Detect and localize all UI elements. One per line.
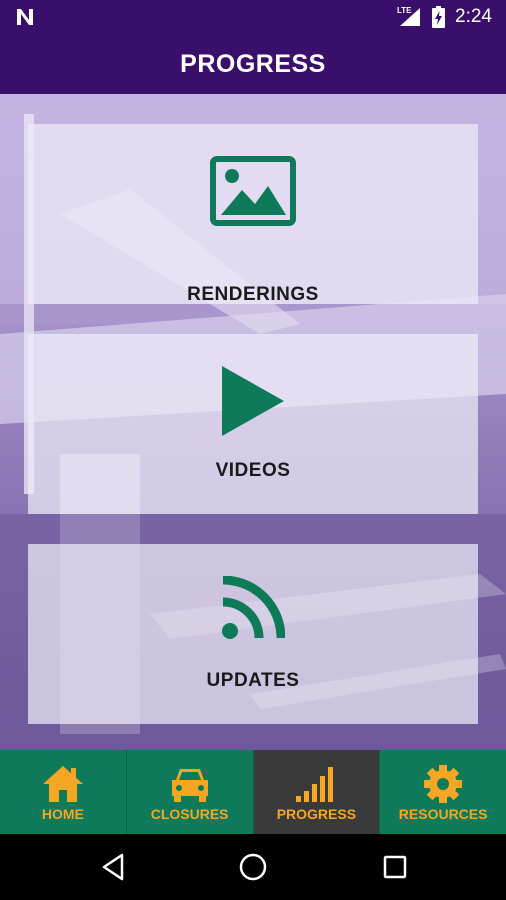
gear-icon [424,765,463,803]
cell-signal-icon [400,8,420,26]
recents-icon[interactable] [380,852,410,882]
nav-item-closures[interactable]: CLOSURES [127,750,254,834]
app-bar: PROGRESS [0,34,506,94]
image-icon [210,156,296,226]
nav-item-resources[interactable]: RESOURCES [380,750,506,834]
nav-label-home: HOME [41,806,84,822]
notification-n-icon [17,9,33,25]
renderings-card[interactable]: RENDERINGS [28,124,478,305]
battery-charging-icon [432,6,445,28]
system-navigation-bar [0,834,506,900]
signal-bars-icon [296,767,334,802]
renderings-label: RENDERINGS [187,284,319,305]
page-title: PROGRESS [180,50,326,78]
content-area: RENDERINGS VIDEOS UPDATES [0,94,506,750]
home-icon [42,766,83,802]
rss-icon [222,576,285,639]
car-icon [171,769,208,802]
status-clock: 2:24 [455,6,492,27]
updates-label: UPDATES [206,670,300,691]
updates-card[interactable]: UPDATES [28,544,478,724]
nav-label-resources: RESOURCES [398,806,488,822]
nav-label-progress: PROGRESS [276,806,357,822]
nav-label-closures: CLOSURES [150,806,229,822]
bottom-navigation: HOME CLOSURES PROGRESS RESOURCES [0,750,506,834]
videos-label: VIDEOS [215,460,291,481]
back-icon[interactable] [98,852,128,882]
status-bar: LTE 2:24 [0,0,506,34]
play-icon [222,366,284,436]
nav-item-progress[interactable]: PROGRESS [253,750,381,834]
nav-item-home[interactable]: HOME [0,750,127,834]
home-circle-icon[interactable] [238,852,268,882]
videos-card[interactable]: VIDEOS [28,334,478,514]
